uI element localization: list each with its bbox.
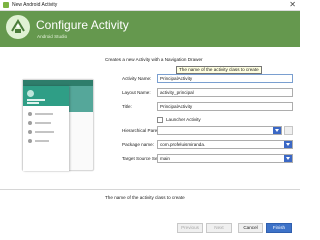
target-source-set-label: Target Source Set: bbox=[122, 156, 161, 161]
page-title: Configure Activity bbox=[36, 18, 129, 32]
finish-button[interactable]: Finish bbox=[266, 223, 292, 233]
package-name-value: com.profeluismiranda. bbox=[160, 142, 206, 147]
target-source-set-combo[interactable]: main bbox=[157, 154, 293, 163]
field-help-text: The name of the activity class to create bbox=[105, 195, 185, 200]
preview-drawer-item-icon bbox=[28, 139, 32, 143]
preview-header-line bbox=[27, 99, 45, 101]
page-subtitle: Android Studio bbox=[37, 34, 68, 39]
chevron-down-icon[interactable] bbox=[284, 141, 292, 148]
preview-header-line bbox=[27, 102, 39, 104]
window-titlebar: New Android Activity ✕ bbox=[0, 0, 300, 11]
cancel-button[interactable]: Cancel bbox=[238, 223, 263, 233]
preview-navigation-drawer bbox=[23, 86, 69, 171]
title-label: Title: bbox=[122, 104, 132, 109]
next-button[interactable]: Next bbox=[206, 223, 232, 233]
preview-drawer-item-icon bbox=[28, 112, 32, 116]
launcher-activity-checkbox[interactable] bbox=[157, 117, 163, 123]
previous-button[interactable]: Previous bbox=[177, 223, 203, 233]
activity-name-label: Activity Name: bbox=[122, 76, 152, 81]
template-description: Creates a new Activity with a Navigation… bbox=[105, 57, 203, 62]
layout-name-label: Layout Name: bbox=[122, 90, 151, 95]
browse-parent-button[interactable] bbox=[284, 126, 293, 135]
preview-drawer-header bbox=[23, 86, 69, 106]
preview-drawer-item-text bbox=[35, 122, 51, 124]
title-input[interactable]: PrincipalActivity bbox=[157, 102, 293, 111]
layout-name-input[interactable]: activity_principal bbox=[157, 88, 293, 97]
preview-drawer-item-icon bbox=[28, 130, 32, 134]
preview-avatar bbox=[27, 90, 34, 97]
preview-drawer-item-text bbox=[35, 131, 54, 133]
preview-drawer-item-icon bbox=[28, 121, 32, 125]
activity-name-input[interactable]: PrincipalActivity bbox=[157, 74, 293, 83]
wizard-header: Configure Activity Android Studio bbox=[0, 11, 300, 47]
preview-drawer-item-text bbox=[35, 140, 49, 142]
window-title: New Android Activity bbox=[12, 2, 58, 8]
package-name-label: Package name: bbox=[122, 142, 154, 147]
preview-drawer-item-text bbox=[35, 113, 53, 115]
footer-divider bbox=[0, 189, 300, 190]
package-name-combo[interactable]: com.profeluismiranda. bbox=[157, 140, 293, 149]
close-icon[interactable]: ✕ bbox=[289, 0, 296, 10]
hierarchical-parent-combo[interactable] bbox=[157, 126, 282, 135]
android-app-icon bbox=[3, 2, 9, 8]
activity-name-tooltip: The name of the activity class to create bbox=[176, 66, 262, 74]
android-studio-logo-icon bbox=[6, 15, 30, 39]
chevron-down-icon[interactable] bbox=[273, 127, 281, 134]
launcher-activity-label: Launcher Activity bbox=[166, 117, 201, 122]
template-preview-image bbox=[22, 79, 94, 171]
chevron-down-icon[interactable] bbox=[284, 155, 292, 162]
target-source-set-value: main bbox=[160, 156, 170, 161]
